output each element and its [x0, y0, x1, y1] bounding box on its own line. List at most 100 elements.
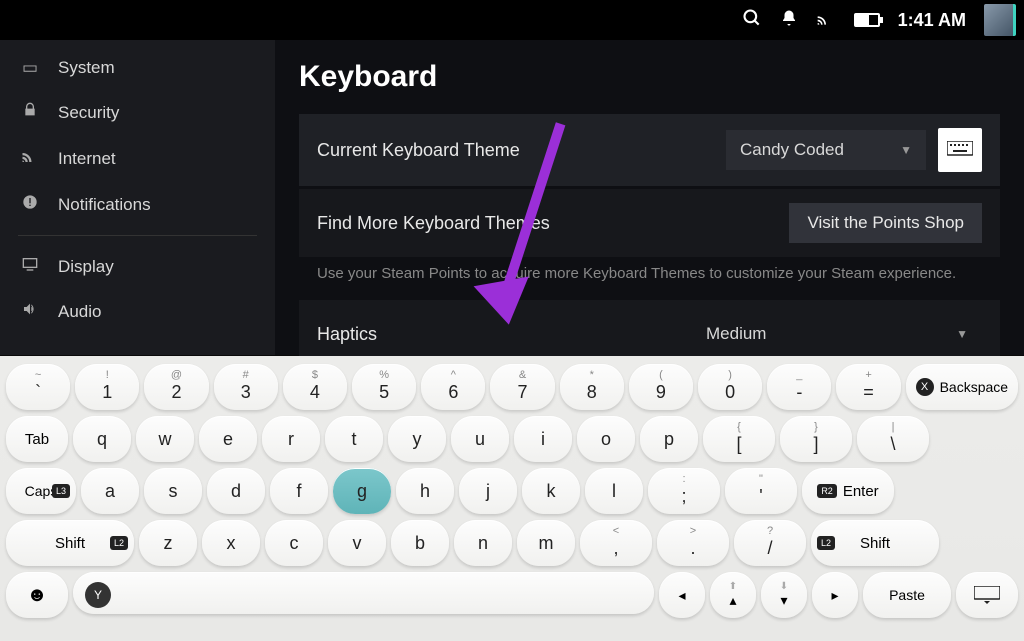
description: Use your Steam Points to acquire more Ke… [299, 257, 1000, 300]
key-shift-left[interactable]: ShiftL2 [6, 520, 134, 566]
key-n[interactable]: n [454, 520, 512, 566]
key-4[interactable]: $4 [283, 364, 347, 410]
sidebar-item-label: Display [58, 257, 114, 277]
key-s[interactable]: s [144, 468, 202, 514]
key-g[interactable]: g [333, 468, 391, 514]
key-3[interactable]: #3 [214, 364, 278, 410]
key-j[interactable]: j [459, 468, 517, 514]
key-u[interactable]: u [451, 416, 509, 462]
sidebar-item-audio[interactable]: Audio [0, 289, 275, 334]
theme-label: Current Keyboard Theme [317, 140, 726, 161]
more-themes-label: Find More Keyboard Themes [317, 213, 789, 234]
battery-icon [854, 13, 880, 27]
key-6[interactable]: ^6 [421, 364, 485, 410]
key-`[interactable]: ~` [6, 364, 70, 410]
chevron-down-icon: ▼ [900, 143, 912, 157]
key-paste[interactable]: Paste [863, 572, 951, 618]
key-,[interactable]: <, [580, 520, 652, 566]
key-l[interactable]: l [585, 468, 643, 514]
key-caps[interactable]: CapsL3 [6, 468, 76, 514]
key-x[interactable]: x [202, 520, 260, 566]
key-v[interactable]: v [328, 520, 386, 566]
key-arrow-right[interactable]: ▸ [812, 572, 858, 618]
sidebar-item-label: Internet [58, 149, 116, 169]
key-1[interactable]: !1 [75, 364, 139, 410]
key-shift-right[interactable]: L2Shift [811, 520, 939, 566]
key-space[interactable] [73, 572, 654, 614]
sidebar-item-system[interactable]: ▭ System [0, 46, 275, 90]
key-tab[interactable]: Tab [6, 416, 68, 462]
key-d[interactable]: d [207, 468, 265, 514]
key-backspace[interactable]: XBackspace [906, 364, 1018, 410]
key-5[interactable]: %5 [352, 364, 416, 410]
key-w[interactable]: w [136, 416, 194, 462]
avatar[interactable] [984, 4, 1016, 36]
key-o[interactable]: o [577, 416, 635, 462]
speaker-icon [20, 301, 40, 322]
key-[[interactable]: {[ [703, 416, 775, 462]
key-.[interactable]: >. [657, 520, 729, 566]
page-title: Keyboard [299, 60, 1000, 94]
key-9[interactable]: (9 [629, 364, 693, 410]
key-r[interactable]: r [262, 416, 320, 462]
key-7[interactable]: &7 [490, 364, 554, 410]
key-0[interactable]: )0 [698, 364, 762, 410]
sidebar-item-security[interactable]: Security [0, 90, 275, 135]
key-/[interactable]: ?/ [734, 520, 806, 566]
key-z[interactable]: z [139, 520, 197, 566]
key-y[interactable]: y [388, 416, 446, 462]
key-2[interactable]: @2 [144, 364, 208, 410]
chevron-down-icon: ▼ [956, 327, 968, 341]
sidebar: ▭ System Security Internet Notifications [0, 40, 275, 355]
content: Keyboard Current Keyboard Theme Candy Co… [275, 40, 1024, 355]
points-shop-button[interactable]: Visit the Points Shop [789, 203, 982, 243]
key-arrow-up[interactable]: ⬆▴ [710, 572, 756, 618]
sidebar-divider [18, 235, 257, 236]
sidebar-item-internet[interactable]: Internet [0, 135, 275, 182]
key-emoji[interactable]: ☻ [6, 572, 68, 618]
key-enter[interactable]: R2Enter [802, 468, 894, 514]
keyboard-toggle-button[interactable] [938, 128, 982, 172]
sidebar-item-label: Audio [58, 302, 101, 322]
lock-icon [20, 102, 40, 123]
haptics-dropdown[interactable]: Medium ▼ [692, 314, 982, 354]
system-icon: ▭ [20, 58, 40, 78]
search-icon[interactable] [742, 8, 762, 33]
key-a[interactable]: a [81, 468, 139, 514]
key--[interactable]: _- [767, 364, 831, 410]
key-p[interactable]: p [640, 416, 698, 462]
theme-dropdown[interactable]: Candy Coded ▼ [726, 130, 926, 170]
key-;[interactable]: :; [648, 468, 720, 514]
key-t[interactable]: t [325, 416, 383, 462]
key-m[interactable]: m [517, 520, 575, 566]
sidebar-item-label: Notifications [58, 195, 151, 215]
shop-row: Find More Keyboard Themes Visit the Poin… [299, 189, 1000, 257]
bell-icon[interactable] [780, 8, 798, 33]
key-k[interactable]: k [522, 468, 580, 514]
sidebar-item-display[interactable]: Display [0, 244, 275, 289]
key-h[interactable]: h [396, 468, 454, 514]
key-e[interactable]: e [199, 416, 257, 462]
key-][interactable]: }] [780, 416, 852, 462]
y-badge: Y [85, 582, 111, 608]
sidebar-item-label: Security [58, 103, 119, 123]
virtual-keyboard: ~`!1@2#3$4%5^6&7*8(9)0_-+=XBackspace Tab… [0, 356, 1024, 641]
clock: 1:41 AM [898, 10, 966, 31]
sidebar-item-label: System [58, 58, 115, 78]
key-i[interactable]: i [514, 416, 572, 462]
key-b[interactable]: b [391, 520, 449, 566]
key-f[interactable]: f [270, 468, 328, 514]
theme-value: Candy Coded [740, 140, 844, 160]
key-=[interactable]: += [836, 364, 900, 410]
key-c[interactable]: c [265, 520, 323, 566]
key-'[interactable]: "' [725, 468, 797, 514]
key-8[interactable]: *8 [560, 364, 624, 410]
display-icon [20, 256, 40, 277]
key-arrow-left[interactable]: ◂ [659, 572, 705, 618]
key-q[interactable]: q [73, 416, 131, 462]
key-hide-keyboard[interactable] [956, 572, 1018, 618]
key-arrow-down[interactable]: ⬇▾ [761, 572, 807, 618]
sidebar-item-notifications[interactable]: Notifications [0, 182, 275, 227]
cast-icon[interactable] [816, 8, 836, 33]
key-\[interactable]: |\ [857, 416, 929, 462]
